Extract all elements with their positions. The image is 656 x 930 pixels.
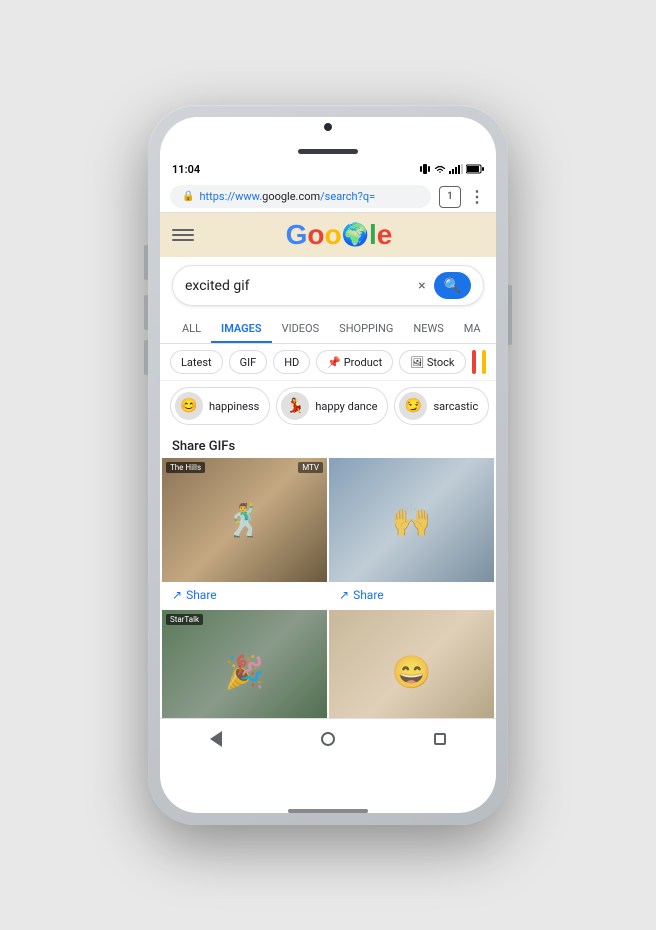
content-area[interactable]: Share GIFs The Hills MTV 🕺 ↗ Share [160, 431, 496, 758]
hamburger-line [172, 229, 194, 231]
related-searches: 😊 happiness 💃 happy dance 😏 sarcastic [160, 381, 496, 431]
related-chip-img: 💃 [281, 392, 309, 420]
battery-icon [466, 164, 484, 174]
chip-stock[interactable]: 🖼 Stock [399, 350, 465, 374]
phone-device: 11:04 🔒 https://www.google.co [148, 105, 508, 825]
address-text: https://www.google.com/search?q= [199, 190, 419, 203]
search-query-text: excited gif [185, 278, 410, 294]
tab-news[interactable]: NEWS [403, 314, 453, 343]
gif-item-4[interactable]: 😄 [329, 610, 494, 734]
chip-gif[interactable]: GIF [229, 350, 268, 374]
related-chip-img: 😏 [399, 392, 427, 420]
gif-source-startalk: StarTalk [166, 614, 203, 625]
url-domain: google.com [262, 190, 320, 203]
sub-filter-chips: Latest GIF HD 📌 Product 🖼 Stock [160, 344, 496, 381]
share-icon-2: ↗ [339, 588, 349, 602]
hamburger-menu[interactable] [172, 229, 194, 241]
gif-source-mtv: MTV [298, 462, 323, 473]
speaker [298, 149, 358, 154]
status-icons [419, 163, 484, 175]
gif-item-1[interactable]: The Hills MTV 🕺 ↗ Share [162, 458, 327, 608]
nav-back-button[interactable] [196, 719, 236, 759]
tab-more[interactable]: MA [454, 314, 491, 343]
nav-home-button[interactable] [308, 719, 348, 759]
search-box-container: excited gif × 🔍 [160, 257, 496, 314]
gif-thumbnail-2: 🙌 [329, 458, 494, 582]
tab-shopping[interactable]: SHOPPING [329, 314, 403, 343]
gif-source-the-hills: The Hills [166, 462, 205, 473]
share-label-2[interactable]: Share [353, 588, 384, 602]
related-chip-happy-dance[interactable]: 💃 happy dance [276, 387, 388, 425]
filter-tabs: ALL IMAGES VIDEOS SHOPPING NEWS MA [160, 314, 496, 344]
nav-bar [160, 718, 496, 758]
gif-person-icon: 🕺 [225, 501, 265, 539]
home-icon [321, 732, 335, 746]
related-chip-sarcastic[interactable]: 😏 sarcastic [394, 387, 489, 425]
nav-recents-button[interactable] [420, 719, 460, 759]
search-icon: 🔍 [444, 277, 461, 294]
share-label-1[interactable]: Share [186, 588, 217, 602]
share-gifs-label: Share GIFs [160, 431, 496, 458]
search-box[interactable]: excited gif × 🔍 [172, 265, 484, 306]
signal-icon [449, 164, 463, 174]
google-header: G o o 🌍 l e [160, 213, 496, 257]
related-chip-happiness[interactable]: 😊 happiness [170, 387, 270, 425]
doodle-text: G o o 🌍 l e [286, 219, 393, 251]
related-chip-label: happy dance [315, 400, 377, 413]
url-https: https://www. [199, 190, 262, 203]
lock-icon: 🔒 [182, 191, 194, 202]
address-field[interactable]: 🔒 https://www.google.com/search?q= [170, 185, 431, 208]
address-bar[interactable]: 🔒 https://www.google.com/search?q= 1 ⋮ [160, 181, 496, 213]
gif-thumbnail-1: The Hills MTV 🕺 [162, 458, 327, 582]
chip-latest[interactable]: Latest [170, 350, 223, 374]
hamburger-line [172, 239, 194, 241]
back-icon [210, 731, 222, 747]
menu-dots-button[interactable]: ⋮ [469, 187, 486, 206]
gif-item-2[interactable]: 🙌 ↗ Share [329, 458, 494, 608]
screen-content: 11:04 🔒 https://www.google.co [160, 157, 496, 758]
search-button[interactable]: 🔍 [434, 272, 471, 299]
gif-person-icon: 🙌 [392, 501, 432, 539]
camera-icon [324, 123, 332, 131]
google-doodle: G o o 🌍 l e [194, 219, 484, 251]
gif-share-row-2[interactable]: ↗ Share [329, 582, 494, 608]
gif-thumbnail-3: StarTalk 🎉 [162, 610, 327, 734]
gif-share-row-1[interactable]: ↗ Share [162, 582, 327, 608]
tab-images[interactable]: IMAGES [211, 314, 272, 343]
share-icon-1: ↗ [172, 588, 182, 602]
chip-orange-color[interactable] [482, 350, 486, 374]
home-bar-indicator [288, 809, 368, 813]
gif-grid: The Hills MTV 🕺 ↗ Share 🙌 [160, 458, 496, 734]
url-path: /search?q= [320, 190, 375, 203]
search-clear-button[interactable]: × [418, 278, 425, 294]
tab-all[interactable]: ALL [172, 314, 211, 343]
recents-icon [434, 733, 446, 745]
wifi-icon [434, 164, 446, 174]
gif-item-3[interactable]: StarTalk 🎉 [162, 610, 327, 734]
gif-thumbnail-4: 😄 [329, 610, 494, 734]
chip-product[interactable]: 📌 Product [316, 350, 393, 374]
tab-count[interactable]: 1 [439, 186, 461, 208]
related-chip-img: 😊 [175, 392, 203, 420]
gif-person-icon: 😄 [392, 653, 432, 691]
gif-person-icon: 🎉 [225, 653, 265, 691]
chip-hd[interactable]: HD [273, 350, 310, 374]
hamburger-line [172, 234, 194, 236]
chip-red-color[interactable] [472, 350, 477, 374]
related-chip-label: happiness [209, 400, 259, 413]
tab-videos[interactable]: VIDEOS [272, 314, 330, 343]
related-chip-label: sarcastic [433, 400, 478, 413]
status-time: 11:04 [172, 163, 200, 176]
status-bar: 11:04 [160, 157, 496, 181]
phone-screen: 11:04 🔒 https://www.google.co [160, 117, 496, 813]
vibrate-icon [419, 163, 431, 175]
